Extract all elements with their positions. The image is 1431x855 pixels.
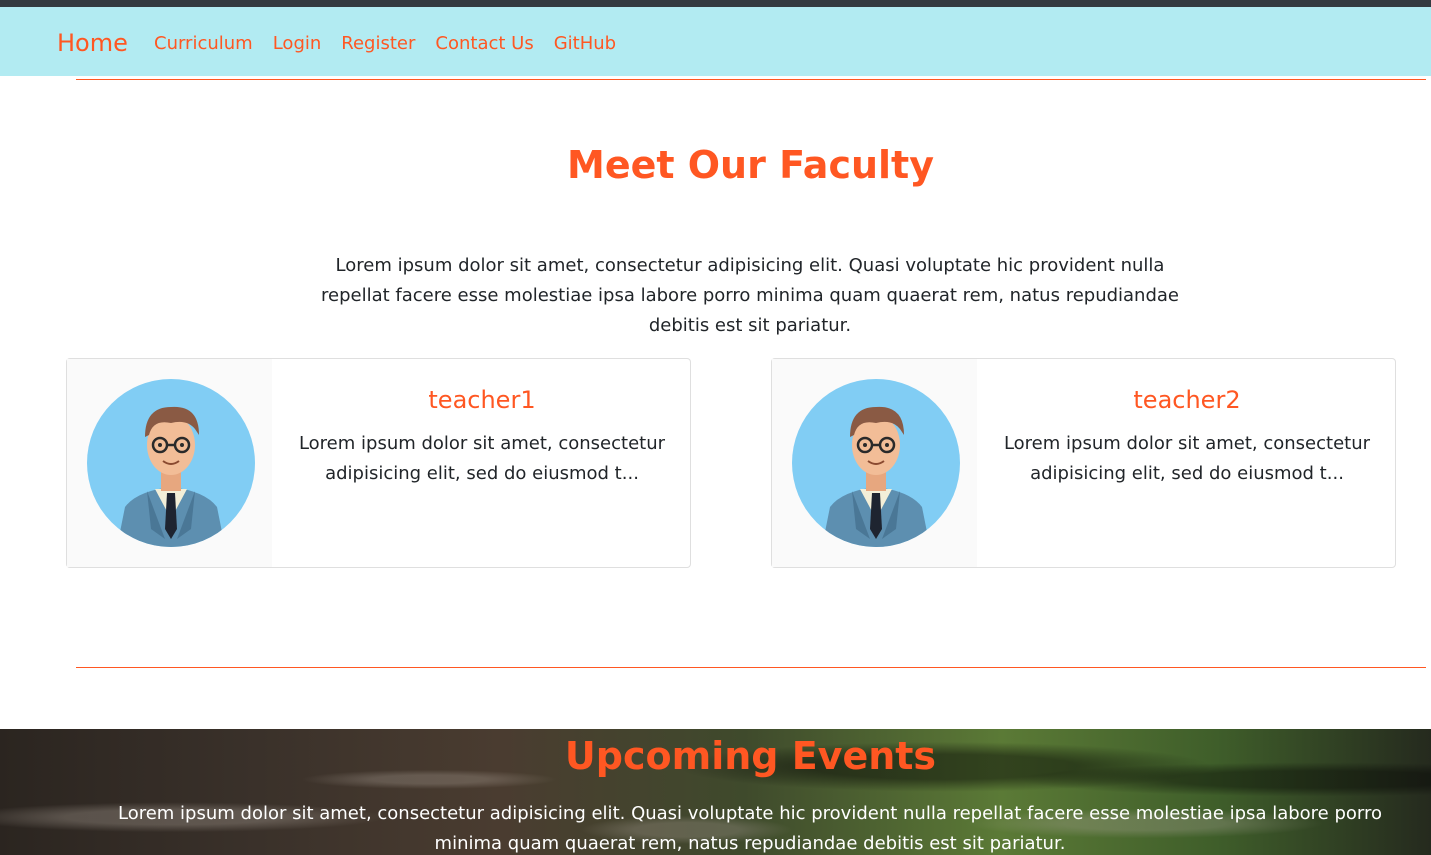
events-section: Upcoming Events Lorem ipsum dolor sit am… — [0, 729, 1431, 855]
nav-link-register[interactable]: Register — [341, 33, 415, 55]
nav-link-contact-us[interactable]: Contact Us — [435, 33, 533, 55]
events-heading: Upcoming Events — [564, 734, 937, 778]
teacher-card: teacher1 Lorem ipsum dolor sit amet, con… — [66, 358, 691, 568]
teacher-description: Lorem ipsum dolor sit amet, consectetur … — [298, 433, 666, 484]
teacher-name: teacher2 — [1133, 386, 1241, 414]
teacher-avatar-icon — [87, 379, 255, 547]
teacher-description: Lorem ipsum dolor sit amet, consectetur … — [1003, 433, 1371, 484]
teacher-card-body: teacher2 Lorem ipsum dolor sit amet, con… — [997, 383, 1377, 489]
faculty-heading: Meet Our Faculty — [567, 143, 934, 187]
divider-bottom — [76, 667, 1426, 668]
divider-top — [76, 79, 1426, 80]
teacher-name: teacher1 — [428, 386, 536, 414]
top-bar — [0, 0, 1431, 7]
navbar: Home Curriculum Login Register Contact U… — [0, 7, 1431, 76]
events-description: Lorem ipsum dolor sit amet, consectetur … — [117, 803, 1383, 854]
teacher-card: teacher2 Lorem ipsum dolor sit amet, con… — [771, 358, 1396, 568]
nav-link-login[interactable]: Login — [273, 33, 322, 55]
faculty-intro: Lorem ipsum dolor sit amet, consectetur … — [321, 255, 1179, 336]
nav-link-github[interactable]: GitHub — [554, 33, 616, 55]
nav-link-curriculum[interactable]: Curriculum — [154, 33, 253, 55]
teacher-card-body: teacher1 Lorem ipsum dolor sit amet, con… — [292, 383, 672, 489]
teacher-image — [772, 359, 977, 567]
teacher-image — [67, 359, 272, 567]
teacher-avatar-icon — [792, 379, 960, 547]
home-link[interactable]: Home — [57, 28, 128, 58]
nav-links: Curriculum Login Register Contact Us Git… — [154, 33, 636, 55]
